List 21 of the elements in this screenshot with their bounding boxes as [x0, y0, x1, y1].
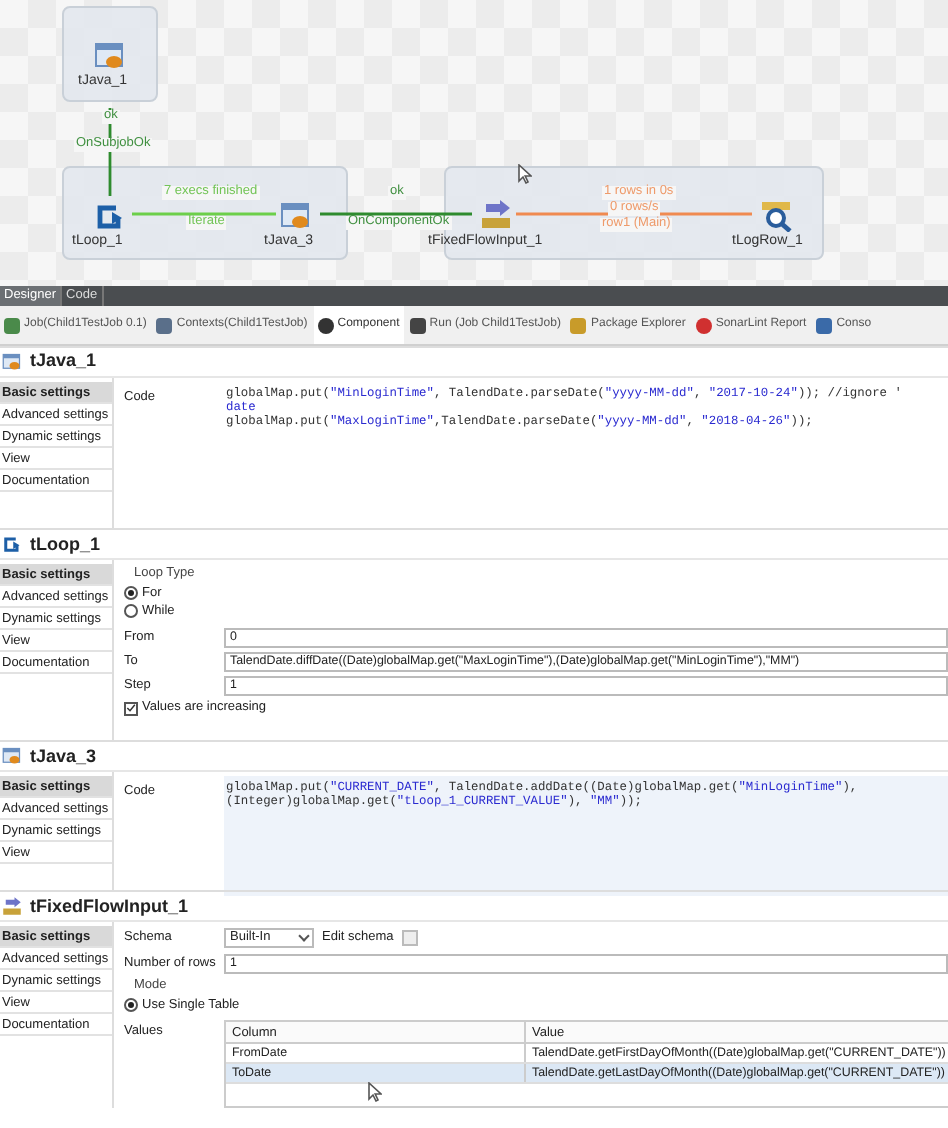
coffee-bean-window-icon	[2, 352, 22, 372]
coffee-bean-window-icon	[280, 200, 312, 232]
loop-arrow-icon	[2, 534, 22, 555]
arrow-block-icon	[480, 198, 512, 230]
magnifier-table-icon	[760, 200, 792, 232]
mouse-cursor-icon	[518, 164, 532, 184]
checkbox[interactable]	[124, 701, 138, 716]
loop-arrow-icon	[94, 200, 126, 232]
radio-button[interactable]	[124, 998, 138, 1012]
component-title: tJava_3	[30, 743, 97, 769]
coffee-bean-window-icon	[2, 746, 22, 767]
radio-button[interactable]	[124, 586, 138, 601]
mouse-cursor-icon	[368, 1082, 382, 1102]
coffee-bean-window-icon	[94, 40, 126, 72]
radio-button[interactable]	[124, 604, 138, 619]
arrow-block-icon	[2, 896, 22, 917]
component-title: tJava_1	[30, 348, 97, 375]
component-title: tFixedFlowInput_1	[30, 893, 189, 920]
chevron-down-icon	[298, 930, 310, 943]
component-title: tLoop_1	[30, 531, 100, 558]
subjob-box	[62, 6, 158, 102]
